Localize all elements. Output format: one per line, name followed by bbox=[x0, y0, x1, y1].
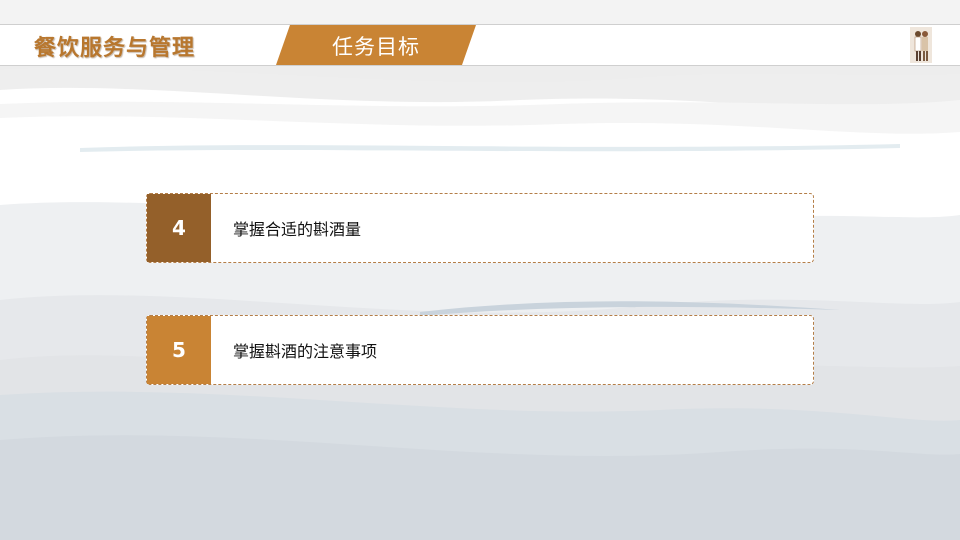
person-illustration-icon bbox=[910, 27, 932, 63]
goal-item-4: 4 掌握合适的斟酒量 bbox=[146, 193, 814, 263]
header-bar: 餐饮服务与管理 任务目标 bbox=[0, 24, 960, 66]
section-tab-label: 任务目标 bbox=[332, 35, 420, 59]
goal-number-badge: 4 bbox=[147, 194, 211, 262]
background-waves bbox=[0, 0, 960, 540]
goal-number-badge: 5 bbox=[147, 316, 211, 384]
goal-text: 掌握斟酒的注意事项 bbox=[233, 342, 378, 361]
section-tab: 任务目标 bbox=[276, 25, 476, 65]
goal-text: 掌握合适的斟酒量 bbox=[233, 220, 362, 239]
goal-item-5: 5 掌握斟酒的注意事项 bbox=[146, 315, 814, 385]
course-title: 餐饮服务与管理 bbox=[34, 36, 196, 61]
